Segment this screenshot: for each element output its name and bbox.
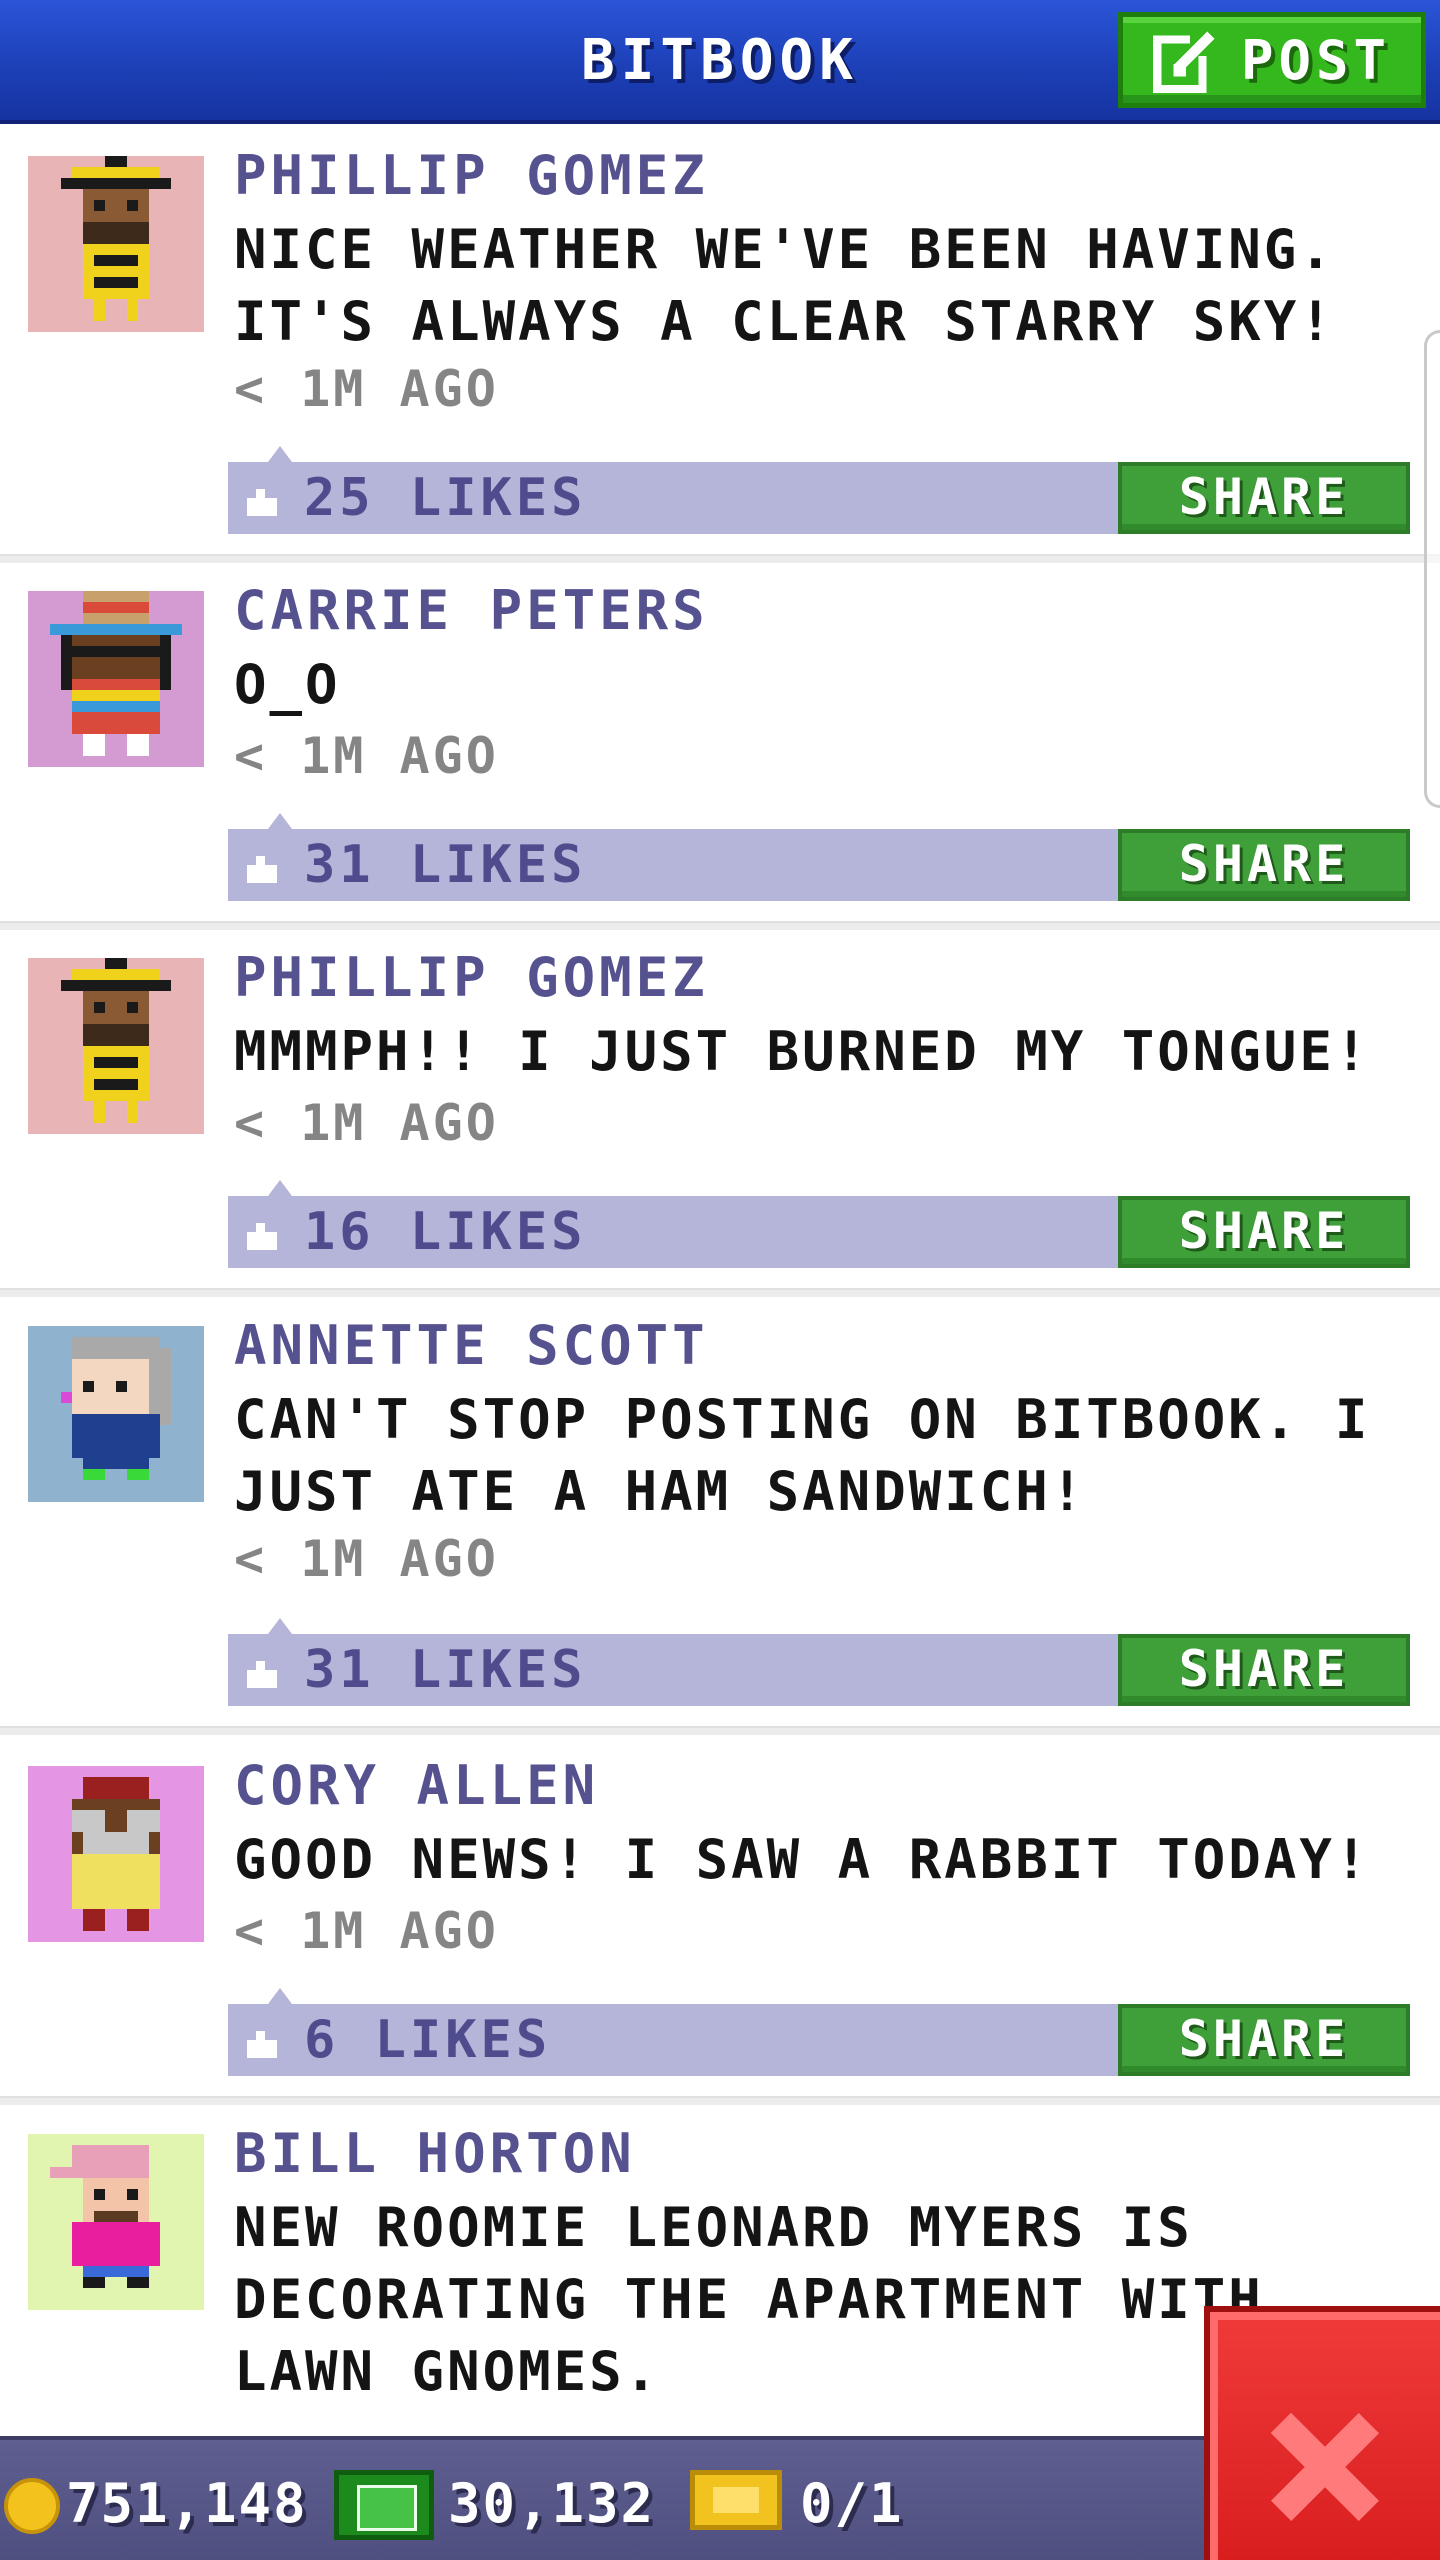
- like-button[interactable]: 31 LIKES SHARE: [228, 1618, 1410, 1706]
- thumbs-up-icon: [244, 1220, 280, 1250]
- avatar[interactable]: [28, 958, 204, 1134]
- thumbs-up-icon: [244, 1658, 280, 1688]
- like-button[interactable]: 25 LIKES SHARE: [228, 446, 1410, 534]
- feed-post: CORY ALLEN GOOD NEWS! I SAW A RABBIT TOD…: [0, 1738, 1440, 2106]
- post-timestamp: < 1M AGO: [234, 360, 499, 418]
- post-message: O_O: [234, 653, 341, 716]
- post-author[interactable]: BILL HORTON: [234, 2122, 636, 2185]
- avatar[interactable]: [28, 1766, 204, 1942]
- share-button[interactable]: SHARE: [1118, 1634, 1410, 1706]
- post-message: NICE WEATHER WE'VE BEEN HAVING. IT'S ALW…: [234, 218, 1335, 353]
- feed-post: PHILLIP GOMEZ NICE WEATHER WE'VE BEEN HA…: [0, 128, 1440, 563]
- likes-count: 6 LIKES: [304, 2010, 552, 2070]
- thumbs-up-icon: [244, 853, 280, 883]
- avatar[interactable]: [28, 2134, 204, 2310]
- bux-count: 30,132: [448, 2472, 656, 2535]
- likes-count: 31 LIKES: [304, 1640, 587, 1700]
- feed-post: CARRIE PETERS O_O < 1M AGO 31 LIKES SHAR…: [0, 563, 1440, 930]
- compose-icon: [1152, 27, 1219, 93]
- ticket-icon: [690, 2470, 782, 2530]
- share-button[interactable]: SHARE: [1118, 462, 1410, 534]
- post-timestamp: < 1M AGO: [234, 1094, 499, 1152]
- post-button[interactable]: POST: [1118, 12, 1426, 108]
- post-message: GOOD NEWS! I SAW A RABBIT TODAY!: [234, 1828, 1371, 1891]
- post-timestamp: < 1M AGO: [234, 1902, 499, 1960]
- cash-icon: [334, 2470, 434, 2540]
- post-author[interactable]: CARRIE PETERS: [234, 579, 709, 642]
- post-timestamp: < 1M AGO: [234, 1530, 499, 1588]
- post-author[interactable]: PHILLIP GOMEZ: [234, 946, 709, 1009]
- avatar[interactable]: [28, 591, 204, 767]
- avatar[interactable]: [28, 156, 204, 332]
- share-button[interactable]: SHARE: [1118, 1196, 1410, 1268]
- close-icon: [1270, 2412, 1380, 2522]
- feed-post: PHILLIP GOMEZ MMMPH!! I JUST BURNED MY T…: [0, 930, 1440, 1298]
- likes-count: 31 LIKES: [304, 835, 587, 895]
- likes-count: 16 LIKES: [304, 1202, 587, 1262]
- divider: [0, 2096, 1440, 2105]
- post-author[interactable]: CORY ALLEN: [234, 1754, 599, 1817]
- app-header: BITBOOK POST: [0, 0, 1440, 124]
- share-button[interactable]: SHARE: [1118, 829, 1410, 901]
- like-button[interactable]: 16 LIKES SHARE: [228, 1180, 1410, 1268]
- thumbs-up-icon: [244, 2028, 280, 2058]
- post-message: NEW ROOMIE LEONARD MYERS IS DECORATING T…: [234, 2196, 1264, 2403]
- post-message: CAN'T STOP POSTING ON BITBOOK. I JUST AT…: [234, 1388, 1371, 1523]
- avatar[interactable]: [28, 1326, 204, 1502]
- coin-icon: [4, 2478, 60, 2534]
- divider: [0, 1288, 1440, 1297]
- likes-count: 25 LIKES: [304, 468, 587, 528]
- post-author[interactable]: PHILLIP GOMEZ: [234, 144, 709, 207]
- post-message: MMMPH!! I JUST BURNED MY TONGUE!: [234, 1020, 1371, 1083]
- divider: [0, 554, 1440, 563]
- divider: [0, 1726, 1440, 1735]
- feed-post: ANNETTE SCOTT CAN'T STOP POSTING ON BITB…: [0, 1298, 1440, 1738]
- post-timestamp: < 1M AGO: [234, 727, 499, 785]
- like-button[interactable]: 6 LIKES SHARE: [228, 1988, 1410, 2076]
- post-author[interactable]: ANNETTE SCOTT: [234, 1314, 709, 1377]
- like-button[interactable]: 31 LIKES SHARE: [228, 813, 1410, 901]
- tickets-count: 0/1: [800, 2472, 904, 2535]
- coins-count: 751,148: [66, 2472, 308, 2535]
- thumbs-up-icon: [244, 486, 280, 516]
- close-button[interactable]: [1204, 2306, 1440, 2560]
- divider: [0, 921, 1440, 930]
- share-button[interactable]: SHARE: [1118, 2004, 1410, 2076]
- post-button-label: POST: [1240, 28, 1392, 92]
- scrollbar[interactable]: [1424, 330, 1440, 808]
